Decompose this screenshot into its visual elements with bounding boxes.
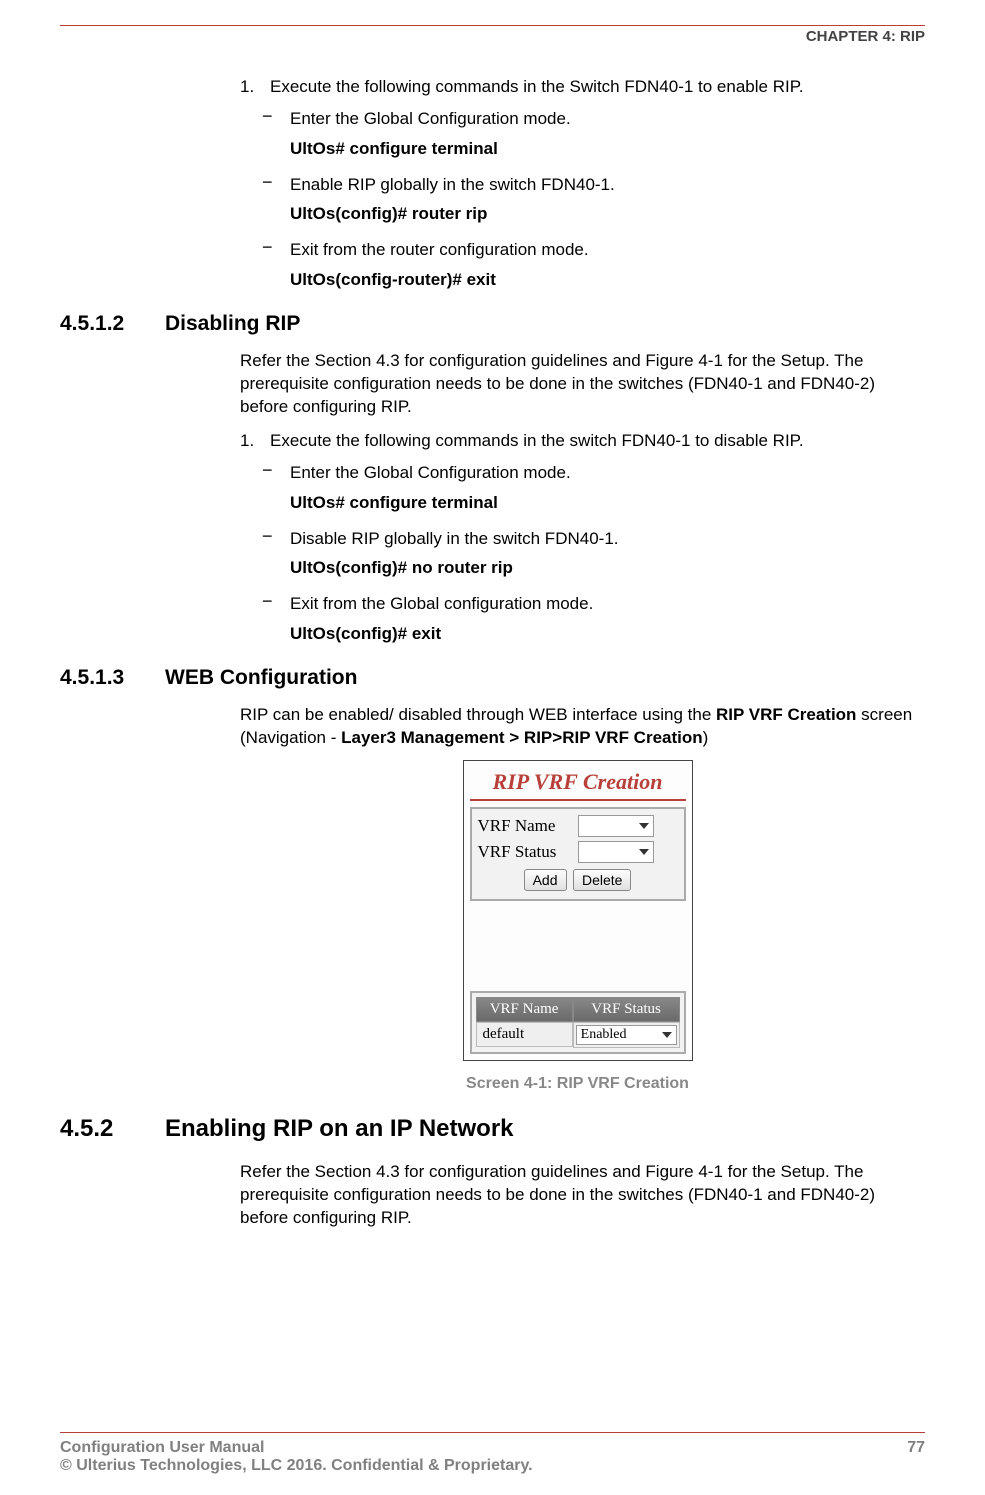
substep-text: Exit from the Global configuration mode.	[290, 592, 593, 616]
dash-bullet: −	[262, 527, 290, 551]
dash-bullet: −	[262, 173, 290, 197]
command: UltOs(config)# no router rip	[240, 558, 915, 578]
section-number: 4.5.1.3	[60, 666, 165, 690]
substep-text: Disable RIP globally in the switch FDN40…	[290, 527, 619, 551]
step-1: 1. Execute the following commands in the…	[240, 429, 915, 453]
step-text: Execute the following commands in the Sw…	[270, 75, 804, 99]
command: UltOs(config)# exit	[240, 624, 915, 644]
dash-bullet: −	[262, 592, 290, 616]
text: )	[703, 728, 709, 747]
form-box: VRF Name VRF Status Add Delete	[470, 807, 686, 901]
paragraph: Refer the Section 4.3 for configuration …	[240, 1161, 915, 1230]
substep: − Disable RIP globally in the switch FDN…	[240, 527, 915, 551]
table-status-select[interactable]: Enabled	[576, 1025, 677, 1045]
screenshot-title: RIP VRF Creation	[470, 767, 686, 801]
bold-text: Layer3 Management > RIP>RIP VRF Creation	[341, 728, 703, 747]
rip-vrf-screenshot: RIP VRF Creation VRF Name VRF Status Add…	[463, 760, 693, 1061]
vrf-status-row: VRF Status	[478, 841, 678, 863]
substep: − Enter the Global Configuration mode.	[240, 107, 915, 131]
footer-copyright: © Ulterius Technologies, LLC 2016. Confi…	[60, 1457, 925, 1475]
step-number: 1.	[240, 429, 270, 453]
screenshot-caption: Screen 4-1: RIP VRF Creation	[240, 1075, 915, 1093]
dash-bullet: −	[262, 461, 290, 485]
substep: − Exit from the Global configuration mod…	[240, 592, 915, 616]
step-text: Execute the following commands in the sw…	[270, 429, 804, 453]
substep-text: Enable RIP globally in the switch FDN40-…	[290, 173, 615, 197]
vrf-name-row: VRF Name	[478, 815, 678, 837]
page-number: 77	[907, 1439, 925, 1457]
substep: − Exit from the router configuration mod…	[240, 238, 915, 262]
text: RIP can be enabled/ disabled through WEB…	[240, 705, 716, 724]
step-number: 1.	[240, 75, 270, 99]
vrf-table: VRF Name default VRF Status Enabled	[470, 991, 686, 1054]
substep-text: Enter the Global Configuration mode.	[290, 461, 571, 485]
command: UltOs# configure terminal	[240, 139, 915, 159]
delete-button[interactable]: Delete	[573, 869, 631, 891]
substep-text: Enter the Global Configuration mode.	[290, 107, 571, 131]
chapter-header: CHAPTER 4: RIP	[60, 28, 925, 45]
add-button[interactable]: Add	[524, 869, 567, 891]
bold-text: RIP VRF Creation	[716, 705, 856, 724]
substep-text: Exit from the router configuration mode.	[290, 238, 589, 262]
section-title: Enabling RIP on an IP Network	[165, 1115, 514, 1143]
section-4-5-2-heading: 4.5.2 Enabling RIP on an IP Network	[60, 1115, 925, 1143]
command: UltOs(config)# router rip	[240, 204, 915, 224]
table-header-name: VRF Name	[476, 997, 573, 1022]
paragraph: Refer the Section 4.3 for configuration …	[240, 350, 915, 419]
vrf-status-select[interactable]	[578, 841, 654, 863]
section-title: WEB Configuration	[165, 666, 357, 690]
vrf-name-select[interactable]	[578, 815, 654, 837]
select-value: Enabled	[581, 1027, 627, 1043]
dash-bullet: −	[262, 107, 290, 131]
command: UltOs# configure terminal	[240, 493, 915, 513]
chevron-down-icon	[639, 849, 649, 855]
section-4-5-1-2-heading: 4.5.1.2 Disabling RIP	[60, 312, 925, 336]
dash-bullet: −	[262, 238, 290, 262]
section-number: 4.5.2	[60, 1115, 165, 1143]
vrf-name-label: VRF Name	[478, 816, 578, 836]
footer-doc-title: Configuration User Manual	[60, 1439, 264, 1457]
command: UltOs(config-router)# exit	[240, 270, 915, 290]
footer: Configuration User Manual 77 © Ulterius …	[60, 1432, 925, 1475]
paragraph: RIP can be enabled/ disabled through WEB…	[240, 704, 915, 750]
substep: − Enable RIP globally in the switch FDN4…	[240, 173, 915, 197]
table-header-status: VRF Status	[573, 997, 680, 1022]
table-cell-name: default	[476, 1022, 573, 1047]
chevron-down-icon	[639, 823, 649, 829]
vrf-status-label: VRF Status	[478, 842, 578, 862]
substep: − Enter the Global Configuration mode.	[240, 461, 915, 485]
section-number: 4.5.1.2	[60, 312, 165, 336]
step-1: 1. Execute the following commands in the…	[240, 75, 915, 99]
section-4-5-1-3-heading: 4.5.1.3 WEB Configuration	[60, 666, 925, 690]
chevron-down-icon	[662, 1032, 672, 1038]
section-title: Disabling RIP	[165, 312, 300, 336]
